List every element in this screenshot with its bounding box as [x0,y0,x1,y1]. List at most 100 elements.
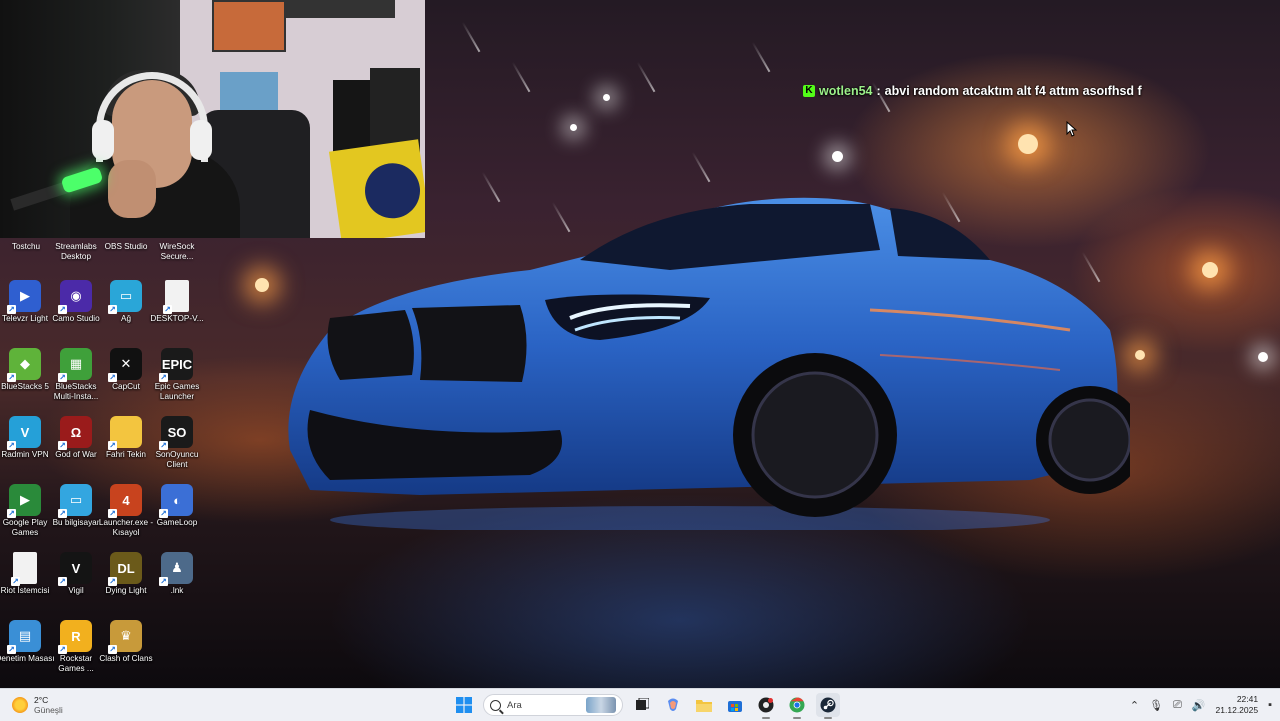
icon-glyph: Ω [70,424,82,440]
riot-file-icon: ↗ [11,552,37,586]
shortcut-arrow-icon: ↗ [7,645,16,654]
camo-icon: ◉ ↗ [58,280,92,314]
icon-glyph: ▶ [20,492,30,507]
desktop-label-wiresock[interactable]: WireSock Secure... [147,242,207,261]
search-highlight-image [586,697,616,713]
icon-glyph: ◉ [70,288,82,303]
clock-time: 22:41 [1236,694,1259,704]
desktop-icon[interactable]: ▭ ↗ Bu bilgisayar [50,480,102,546]
task-view-icon [636,698,649,710]
obs-taskbar-button[interactable] [754,693,778,719]
god-of-war-icon: Ω ↗ [58,416,92,450]
task-view-button[interactable] [630,693,654,717]
search-placeholder: Ara [507,699,522,711]
desktop-icon[interactable]: ✕ ↗ CapCut [100,344,152,410]
icon-glyph: ▭ [119,288,133,303]
weather-description: Güneşli [34,705,63,715]
shortcut-arrow-icon: ↗ [7,441,16,450]
icon-glyph: ♛ [120,628,132,643]
icon-glyph: R [71,628,81,644]
desktop-icon[interactable]: ▶ ↗ Televzr Light [0,276,51,342]
microphone-icon[interactable]: 🎙 [1149,699,1163,712]
icon-glyph: 4 [122,492,130,508]
chrome-button[interactable] [785,693,809,719]
windows-start-button[interactable] [452,693,476,717]
desktop-icon[interactable]: SO ↗ SonOyuncu Client [151,412,203,478]
control-panel-icon: ▤ ↗ [7,620,41,654]
icon-glyph: ◆ [20,356,30,371]
shortcut-arrow-icon: ↗ [108,441,117,450]
desktop-icon[interactable]: Ω ↗ God of War [50,412,102,478]
desktop-icon-label: Epic Games Launcher [154,382,200,401]
taskbar-clock[interactable]: 22:41 21.12.2025 [1216,694,1259,716]
desktop-icon[interactable]: DL ↗ Dying Light [100,548,152,614]
shortcut-arrow-icon: ↗ [159,577,168,586]
shortcut-arrow-icon: ↗ [7,305,16,314]
desktop-icon[interactable]: ♟ ↗ .lnk [151,548,203,614]
chat-username: wotlen54 [819,84,873,98]
desktop-icon[interactable]: ◉ ↗ Camo Studio [50,276,102,342]
desktop-icon[interactable]: ▶ ↗ Google Play Games [0,480,51,546]
icon-glyph: ▤ [18,628,32,643]
shortcut-arrow-icon: ↗ [108,373,117,382]
network-status-icon[interactable]: ⎚ [1173,699,1182,712]
desktop-icon[interactable]: V ↗ Vigil [50,548,102,614]
desktop-icon[interactable]: ◐ ↗ GameLoop [151,480,203,546]
copilot-button[interactable] [661,693,685,717]
steam-button[interactable] [816,693,840,719]
desktop-icon[interactable]: EPIC ↗ Epic Games Launcher [151,344,203,410]
notification-icon[interactable]: ▪ [1268,699,1272,711]
desktop-icon[interactable]: V ↗ Radmin VPN [0,412,51,478]
gameloop-icon: ◐ ↗ [159,484,193,518]
radmin-vpn-icon: V ↗ [7,416,41,450]
file-explorer-icon [696,700,712,712]
chat-separator: : [876,84,881,98]
desktop-icon[interactable]: R ↗ Rockstar Games ... [50,616,102,682]
icon-glyph: SO [167,424,187,440]
shortcut-arrow-icon: ↗ [108,509,117,518]
clash-of-clans-icon: ♛ ↗ [108,620,142,654]
steam-icon [820,697,836,713]
shortcut-arrow-icon: ↗ [58,509,67,518]
chevron-up-icon[interactable]: ⌃ [1130,699,1139,712]
file-explorer-button[interactable] [692,693,716,717]
volume-icon[interactable]: 🔊 [1192,699,1206,712]
desktop-icon[interactable]: ▦ ↗ BlueStacks Multi-Insta... [50,344,102,410]
shortcut-arrow-icon: ↗ [163,305,172,314]
shortcut-arrow-icon: ↗ [159,509,168,518]
desktop-icon[interactable]: 4 ↗ Launcher.exe - Kısayol [99,480,153,546]
desktop-icon[interactable]: ▭ ↗ Ağ [100,276,152,342]
system-tray: ⌃ 🎙 ⎚ 🔊 22:41 21.12.2025 ▪ [1130,693,1272,717]
desktop-icon[interactable]: ↗ Riot İstemcisi [0,548,51,614]
desktop-icon[interactable]: ◆ ↗ BlueStacks 5 [0,344,51,410]
weather-widget[interactable]: 2°C Güneşli [12,695,63,715]
desktop-icon[interactable]: ♛ ↗ Clash of Clans [99,616,153,682]
shortcut-arrow-icon: ↗ [58,645,67,654]
desktop-icon[interactable]: ▤ ↗ Denetim Masası [0,616,55,682]
shortcut-arrow-icon: ↗ [108,645,117,654]
icon-glyph: ♟ [171,560,183,575]
epic-games-icon: EPIC ↗ [159,348,193,382]
shortcut-arrow-icon: ↗ [108,305,117,314]
desktop-icon[interactable]: ↗ DESKTOP-V... [150,276,204,342]
weather-temperature: 2°C [34,695,49,705]
icon-glyph: V [20,424,30,440]
sun-icon [12,697,28,713]
icon-glyph: ▦ [69,356,83,371]
shortcut-arrow-icon: ↗ [7,373,16,382]
windows-start-icon [456,697,472,713]
chrome-icon [789,697,805,713]
desktop-icon[interactable]: ↗ Fahri Tekin [100,412,152,478]
taskbar: 2°C Güneşli Ara ⌃ 🎙 ⎚ 🔊 22:41 21.12.2025… [0,688,1280,721]
televzr-icon: ▶ ↗ [7,280,41,314]
bluestacks-icon: ◆ ↗ [7,348,41,382]
chat-text: abvi random atcaktım alt f4 attım asoıfh… [884,84,1142,98]
shortcut-arrow-icon: ↗ [58,305,67,314]
microsoft-store-button[interactable] [723,693,747,717]
shortcut-arrow-icon: ↗ [11,577,20,586]
icon-glyph: EPIC [161,356,193,372]
desktop-icon-label: SonOyuncu Client [155,450,199,469]
shortcut-arrow-icon: ↗ [58,441,67,450]
taskbar-search-box[interactable]: Ara [483,694,623,716]
shortcut-arrow-icon: ↗ [159,373,168,382]
